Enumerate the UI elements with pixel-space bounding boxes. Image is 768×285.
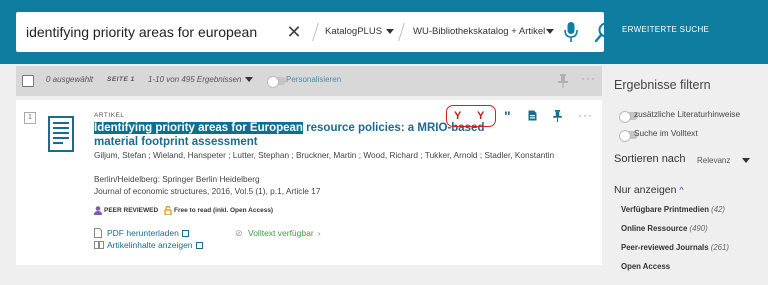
more-options-icon[interactable]: ··· (581, 71, 596, 85)
result-card: 1 ARTIKEL Identifying priority areas for… (16, 100, 602, 265)
pdf-download-link[interactable]: PDF herunterladen (107, 228, 189, 238)
chevron-down-icon[interactable] (386, 29, 394, 34)
facet-count: (490) (689, 224, 708, 233)
cited-by-icon[interactable]: Y (454, 110, 461, 122)
scope-select-katalogplus[interactable]: KatalogPLUS (325, 24, 382, 40)
resource-type: ARTIKEL (94, 112, 125, 119)
select-all-checkbox[interactable] (22, 75, 34, 87)
results-range: 1-10 von 495 Ergebnissen (148, 75, 242, 84)
facet-label[interactable]: Peer-reviewed Journals (621, 243, 709, 252)
fulltext-search-label[interactable]: Suche im Volltext (634, 128, 698, 138)
citation-quote-icon[interactable]: " (504, 108, 511, 124)
external-link-icon (181, 230, 189, 237)
open-access-badge: Free to read (inkl. Open Access) (174, 207, 274, 214)
microphone-icon[interactable] (564, 21, 578, 43)
result-number[interactable]: 1 (24, 112, 36, 124)
personalize-label[interactable]: Personalisieren (286, 75, 341, 84)
pdf-download-label[interactable]: PDF herunterladen (107, 228, 179, 238)
link-icon: ⊘ (235, 228, 243, 238)
pin-icon[interactable] (558, 74, 568, 88)
article-contents-label[interactable]: Artikelinhalte anzeigen (107, 240, 193, 250)
external-link-icon (195, 242, 203, 249)
authors: Giljum, Stefan ; Wieland, Hanspeter ; Lu… (94, 150, 555, 160)
fulltext-available-link[interactable]: Volltext verfügbar › (248, 228, 321, 238)
article-document-icon (48, 116, 74, 152)
chevron-right-icon: › (317, 228, 321, 238)
show-only-heading[interactable]: Nur anzeigen ^ (614, 184, 684, 196)
sort-select[interactable]: Relevanz (697, 156, 730, 165)
divider (398, 23, 405, 41)
search-box: ✕ KatalogPLUS WU-Bibliothekskatalog + Ar… (16, 12, 614, 52)
selected-count: 0 ausgewählt (46, 75, 94, 84)
facet-online-resource[interactable]: Online Ressource (490) (621, 224, 708, 233)
additional-references-label[interactable]: zusätzliche Literaturhinweise (634, 109, 740, 119)
advanced-search-link[interactable]: ERWEITERTE SUCHE (622, 25, 709, 34)
scope-select-catalog[interactable]: WU-Bibliothekskatalog + Artikel (413, 24, 545, 40)
facet-count: (261) (710, 243, 729, 252)
export-document-icon[interactable] (528, 110, 537, 121)
more-actions-icon[interactable]: ··· (578, 108, 593, 122)
book-open-icon (94, 241, 104, 249)
chevron-down-icon[interactable] (546, 29, 554, 34)
results-toolbar: 0 ausgewählt SEITE 1 1-10 von 495 Ergebn… (16, 66, 602, 96)
facet-label[interactable]: Verfügbare Printmedien (621, 205, 709, 214)
chevron-up-icon[interactable]: ^ (679, 185, 683, 195)
sort-label: Sortieren nach (614, 153, 686, 165)
facet-label[interactable]: Open Access (621, 262, 670, 271)
facet-label[interactable]: Online Ressource (621, 224, 687, 233)
divider (312, 23, 319, 41)
peer-reviewed-icon (94, 206, 102, 215)
facet-peer-reviewed[interactable]: Peer-reviewed Journals (261) (621, 243, 729, 252)
pdf-icon (94, 228, 102, 238)
facet-print-media[interactable]: Verfügbare Printmedien (42) (621, 205, 725, 214)
search-icon[interactable] (594, 21, 616, 43)
pin-icon[interactable] (553, 110, 562, 122)
fulltext-label[interactable]: Volltext verfügbar (248, 228, 314, 238)
citing-icon[interactable]: Y (477, 110, 484, 122)
open-access-icon (164, 206, 172, 215)
results-summary: 0 ausgewählt (46, 75, 93, 84)
top-search-bar: ✕ KatalogPLUS WU-Bibliothekskatalog + Ar… (0, 0, 768, 64)
filter-heading: Ergebnisse filtern (614, 78, 711, 92)
chevron-down-icon[interactable] (742, 158, 750, 163)
title-highlight[interactable]: Identifying priority areas for European (94, 122, 303, 134)
chevron-down-icon[interactable] (245, 77, 253, 82)
clear-search-icon[interactable]: ✕ (286, 22, 302, 42)
facet-open-access[interactable]: Open Access (621, 262, 670, 271)
search-input[interactable] (26, 12, 286, 52)
publisher: Berlin/Heidelberg: Springer Berlin Heide… (94, 174, 260, 184)
facet-count: (42) (711, 205, 726, 214)
show-only-label[interactable]: Nur anzeigen (614, 184, 676, 196)
peer-reviewed-badge: PEER REVIEWED (104, 207, 159, 214)
article-contents-link[interactable]: Artikelinhalte anzeigen (107, 240, 203, 250)
journal-citation: Journal of economic structures, 2016, Vo… (94, 186, 321, 196)
personalize-toggle[interactable] (267, 76, 286, 88)
page-indicator: SEITE 1 (107, 76, 135, 83)
